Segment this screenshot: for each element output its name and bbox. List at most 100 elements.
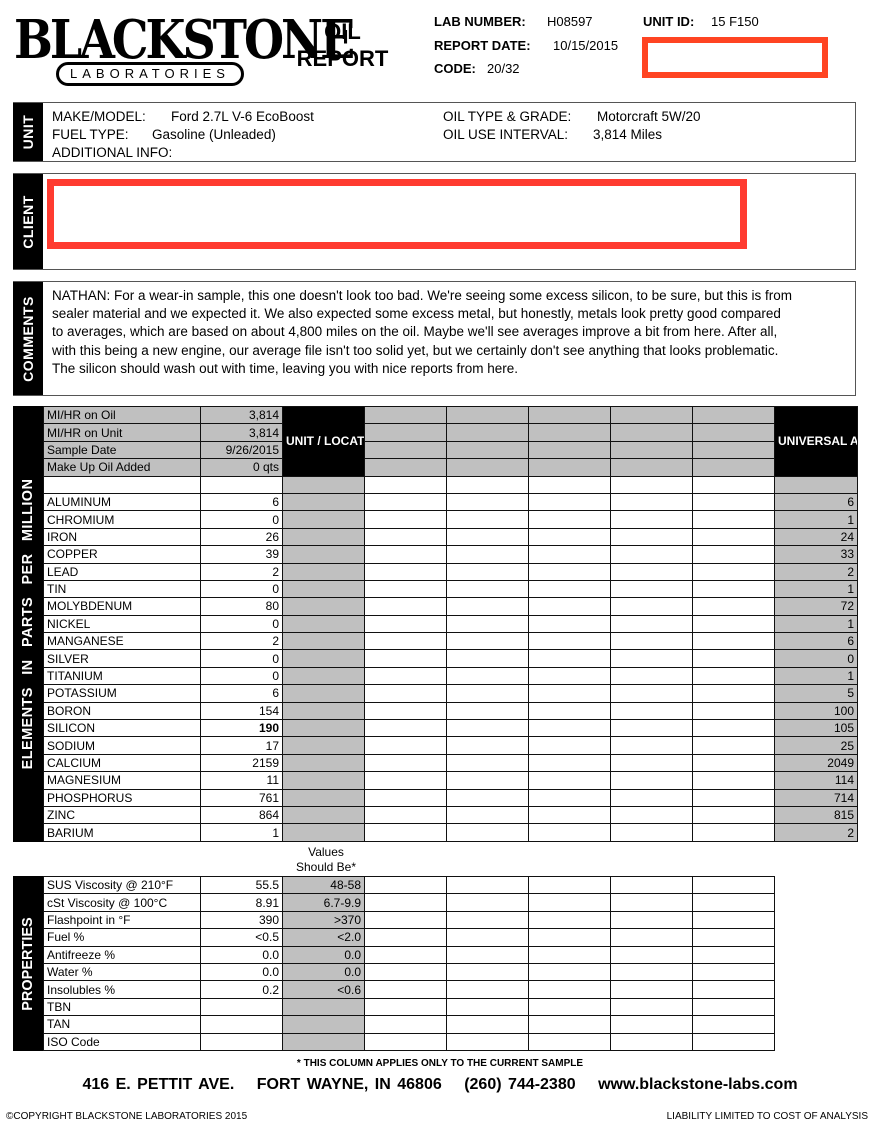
history-cell (446, 736, 529, 755)
history-cell (364, 997, 447, 1017)
history-cell (446, 1015, 529, 1034)
history-cell (364, 701, 447, 721)
fuel-type-value: Gasoline (Unleaded) (152, 127, 276, 142)
history-cell (446, 562, 529, 581)
unit-average-cell (282, 805, 365, 825)
property-name: Water % (43, 962, 201, 982)
property-value: 55.5 (200, 875, 283, 895)
history-cell (446, 492, 529, 512)
history-cell (446, 649, 529, 668)
history-cell (446, 597, 529, 616)
history-cell (364, 719, 447, 738)
history-cell (692, 492, 775, 512)
history-cell (610, 736, 693, 755)
property-name: TBN (43, 997, 201, 1017)
history-cell (692, 962, 775, 982)
property-row: TBN (43, 997, 775, 1017)
history-cell (610, 1015, 693, 1034)
universal-average-value: 100 (774, 701, 858, 721)
website-link[interactable]: www.blackstone-labs.com (598, 1076, 797, 1093)
property-row: SUS Viscosity @ 210°F 55.5 48-58 (43, 875, 775, 895)
history-cell (692, 527, 775, 547)
make-model-label: MAKE/MODEL: (52, 109, 146, 124)
history-cell (446, 458, 529, 477)
history-cell (528, 910, 611, 930)
elements-section-label: ELEMENTS IN PARTS PER MILLION (13, 406, 43, 842)
history-cell (610, 962, 693, 982)
history-cell (692, 771, 775, 790)
property-value: 8.91 (200, 893, 283, 912)
history-cell (364, 910, 447, 930)
element-row: BORON 154 100 (43, 701, 858, 721)
history-cell (528, 771, 611, 790)
history-cell (528, 875, 611, 895)
code-label: CODE: (434, 61, 476, 76)
unit-average-cell (282, 684, 365, 703)
property-should-be: <2.0 (282, 928, 365, 947)
element-row: SILICON 190 105 (43, 719, 858, 738)
universal-average-value: 0 (774, 649, 858, 668)
element-value: 26 (200, 527, 283, 547)
history-cell (364, 928, 447, 947)
element-name: PHOSPHORUS (43, 788, 201, 807)
history-cell (692, 701, 775, 721)
history-cell (610, 440, 693, 460)
sample-info-label: Make Up Oil Added (43, 458, 201, 477)
history-cell (446, 1032, 529, 1051)
history-cell (692, 405, 775, 425)
history-cell (610, 980, 693, 999)
history-cell (692, 719, 775, 738)
unit-section: UNIT MAKE/MODEL: Ford 2.7L V-6 EcoBoost … (13, 102, 856, 162)
redaction-box-header (642, 37, 828, 78)
history-cell (446, 510, 529, 529)
unit-average-cell (282, 736, 365, 755)
property-value (200, 997, 283, 1017)
history-cell (692, 997, 775, 1017)
history-cell (364, 440, 447, 460)
history-cell (364, 597, 447, 616)
unit-average-cell (282, 527, 365, 547)
history-cell (610, 405, 693, 425)
history-cell (528, 579, 611, 599)
sample-info-label: Sample Date (43, 440, 201, 460)
history-cell (364, 632, 447, 651)
element-row: BARIUM 1 2 (43, 823, 858, 842)
element-name: CALCIUM (43, 753, 201, 773)
property-value: 0.0 (200, 962, 283, 982)
history-cell (610, 649, 693, 668)
property-row: Flashpoint in °F 390 >370 (43, 910, 775, 930)
history-cell (692, 510, 775, 529)
history-cell (610, 805, 693, 825)
history-cell (610, 562, 693, 581)
element-name: COPPER (43, 545, 201, 564)
element-value: 0 (200, 579, 283, 599)
unit-average-cell (282, 771, 365, 790)
history-cell (528, 684, 611, 703)
history-cell (610, 527, 693, 547)
history-cell (610, 545, 693, 564)
universal-average-value: 1 (774, 666, 858, 686)
property-should-be (282, 1032, 365, 1051)
history-cell (446, 910, 529, 930)
sample-info-label: MI/HR on Unit (43, 423, 201, 442)
history-cell (692, 579, 775, 599)
universal-average-value: 24 (774, 527, 858, 547)
liability-notice: LIABILITY LIMITED TO COST OF ANALYSIS (666, 1111, 868, 1122)
element-name: TIN (43, 579, 201, 599)
history-cell (528, 980, 611, 999)
history-cell (610, 458, 693, 477)
history-cell (446, 893, 529, 912)
sample-info-row: MI/HR on Unit 3,814 (43, 423, 858, 442)
universal-average-value: 72 (774, 597, 858, 616)
report-title-line2: REPORT (296, 46, 389, 71)
unit-average-cell (282, 562, 365, 581)
property-row: ISO Code (43, 1032, 775, 1051)
history-cell (692, 875, 775, 895)
history-cell (446, 684, 529, 703)
universal-average-value: 1 (774, 510, 858, 529)
history-cell (528, 562, 611, 581)
property-value: 390 (200, 910, 283, 930)
universal-average-value: 114 (774, 771, 858, 790)
history-cell (446, 701, 529, 721)
universal-average-value: 33 (774, 545, 858, 564)
